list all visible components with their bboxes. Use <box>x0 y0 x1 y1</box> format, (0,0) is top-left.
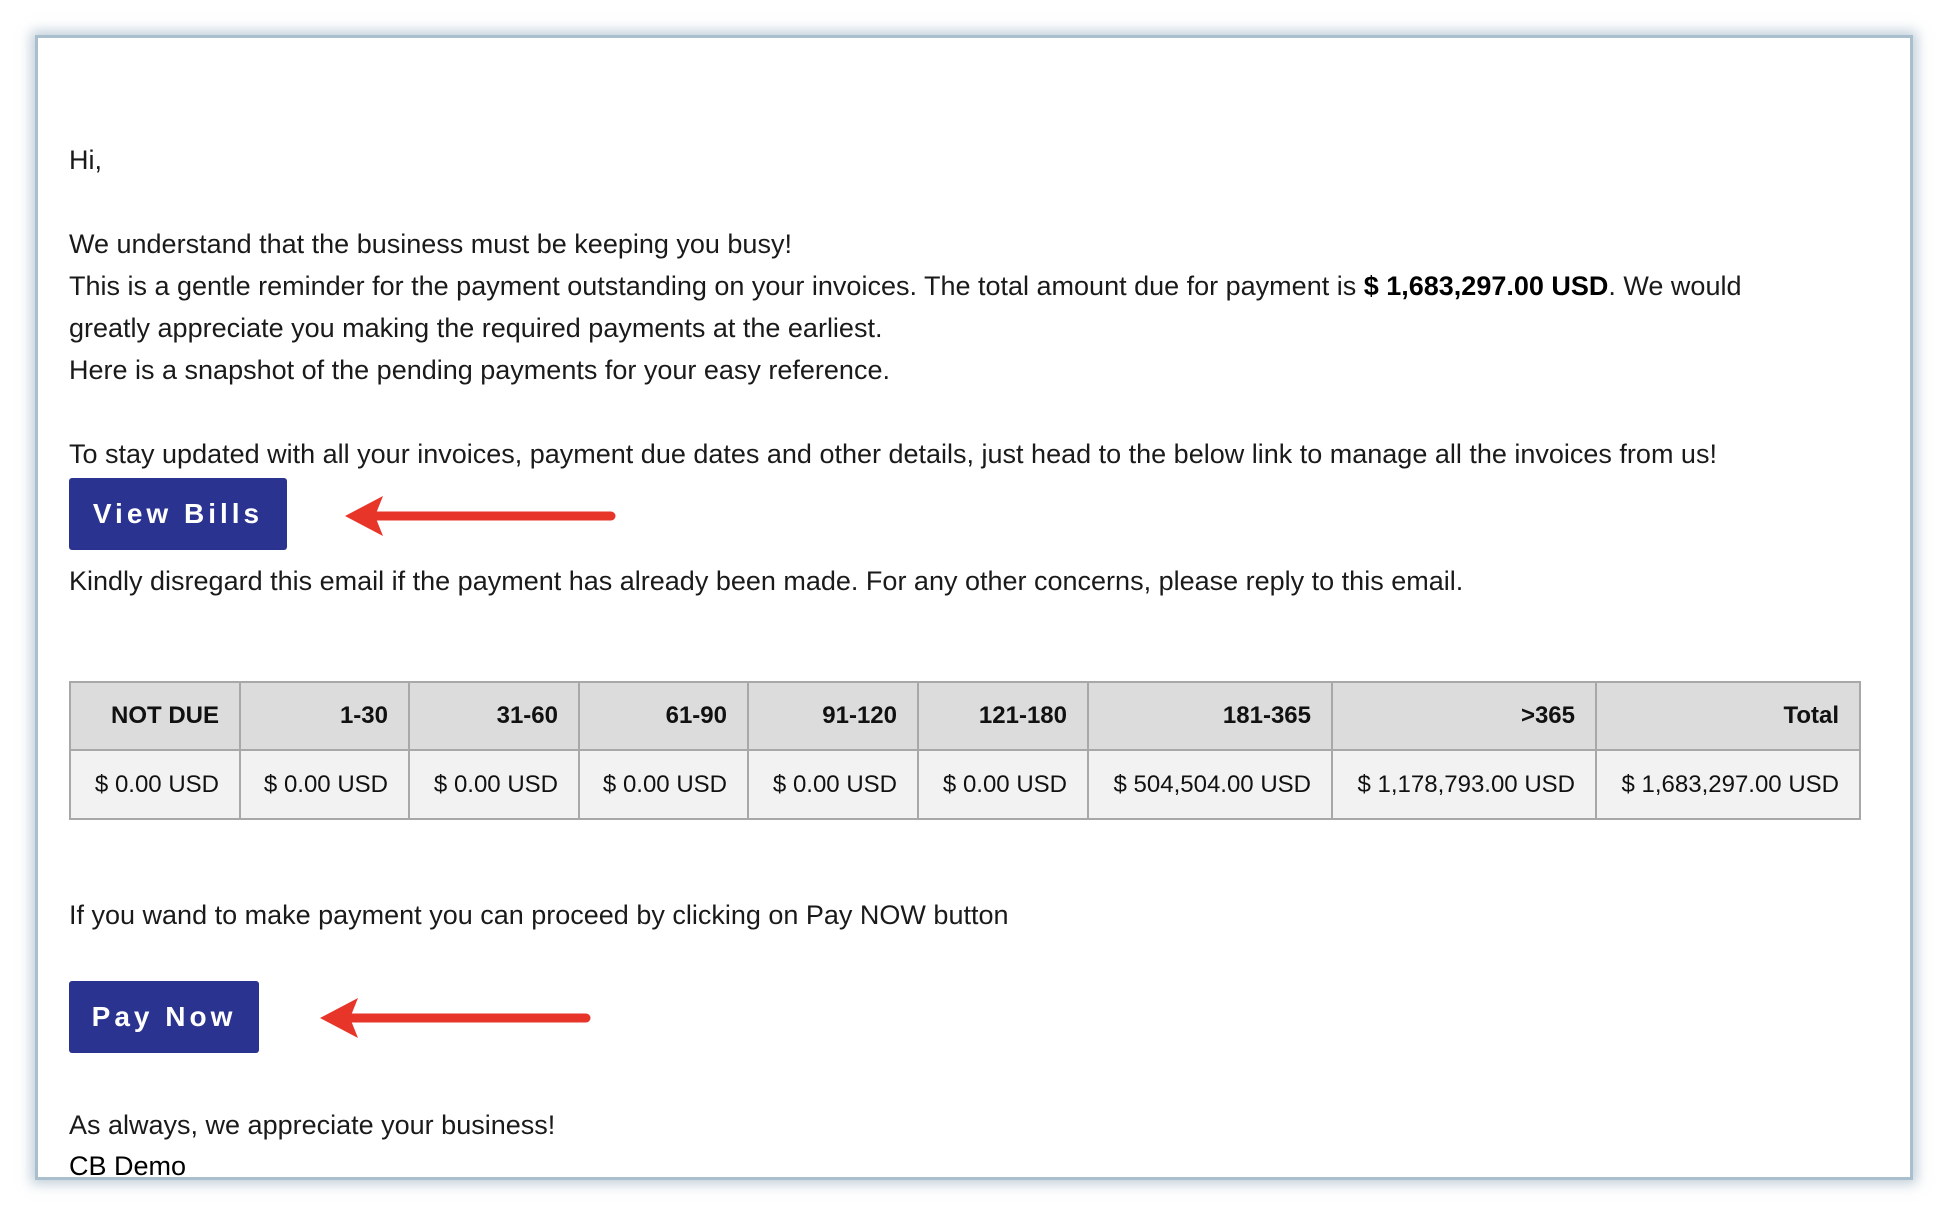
stay-updated-line: To stay updated with all your invoices, … <box>69 439 1717 469</box>
aging-table: NOT DUE 1-30 31-60 61-90 91-120 121-180 … <box>69 681 1861 820</box>
value-121-180: $ 0.00 USD <box>917 749 1089 820</box>
aging-values-row: $ 0.00 USD $ 0.00 USD $ 0.00 USD $ 0.00 … <box>69 749 1861 820</box>
reminder-line: This is a gentle reminder for the paymen… <box>69 265 1741 307</box>
arrow-pointer-icon <box>345 496 616 536</box>
value-61-90: $ 0.00 USD <box>578 749 749 820</box>
total-due-amount: $ 1,683,297.00 USD <box>1363 271 1609 301</box>
arrow-pointer-icon <box>320 998 591 1038</box>
intro-line: We understand that the business must be … <box>69 229 792 259</box>
reminder-text-suffix: . We would <box>1608 271 1742 301</box>
header-181-365: 181-365 <box>1087 681 1333 751</box>
header-121-180: 121-180 <box>917 681 1089 751</box>
snapshot-line: Here is a snapshot of the pending paymen… <box>69 355 890 385</box>
aging-header-row: NOT DUE 1-30 31-60 61-90 91-120 121-180 … <box>69 681 1861 751</box>
value-total: $ 1,683,297.00 USD <box>1595 749 1861 820</box>
header-not-due: NOT DUE <box>69 681 241 751</box>
greeting: Hi, <box>69 145 102 175</box>
header-1-30: 1-30 <box>239 681 410 751</box>
header-91-120: 91-120 <box>747 681 919 751</box>
value-over-365: $ 1,178,793.00 USD <box>1331 749 1597 820</box>
value-31-60: $ 0.00 USD <box>408 749 580 820</box>
view-bills-button[interactable]: View Bills <box>69 478 287 550</box>
reminder-text: This is a gentle reminder for the paymen… <box>69 271 1364 301</box>
value-not-due: $ 0.00 USD <box>69 749 241 820</box>
value-1-30: $ 0.00 USD <box>239 749 410 820</box>
pay-now-button[interactable]: Pay Now <box>69 981 259 1053</box>
header-over-365: >365 <box>1331 681 1597 751</box>
payment-instruction-line: If you wand to make payment you can proc… <box>69 900 1009 930</box>
disregard-line: Kindly disregard this email if the payme… <box>69 566 1464 596</box>
email-window: Hi, We understand that the business must… <box>35 35 1913 1180</box>
header-total: Total <box>1595 681 1861 751</box>
header-31-60: 31-60 <box>408 681 580 751</box>
header-61-90: 61-90 <box>578 681 749 751</box>
value-181-365: $ 504,504.00 USD <box>1087 749 1333 820</box>
appreciation-line: greatly appreciate you making the requir… <box>69 313 883 343</box>
closing-line: As always, we appreciate your business! <box>69 1110 556 1140</box>
signature: CB Demo <box>69 1151 187 1180</box>
value-91-120: $ 0.00 USD <box>747 749 919 820</box>
